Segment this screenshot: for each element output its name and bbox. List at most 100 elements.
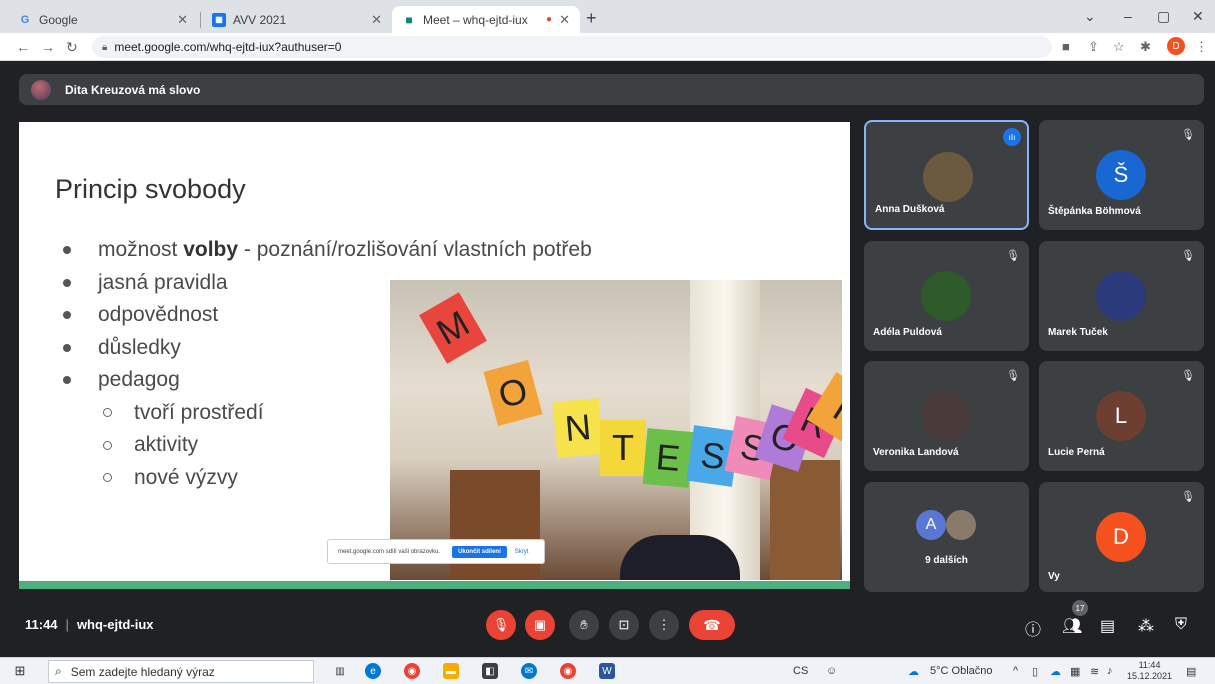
- bullet-dot: [63, 246, 71, 255]
- participant-tile[interactable]: A 9 dalších: [864, 482, 1029, 592]
- photo-people: [620, 535, 740, 580]
- minimize-icon[interactable]: –: [1124, 8, 1132, 24]
- file-explorer-icon[interactable]: ▬: [443, 663, 459, 679]
- menu-dots-icon[interactable]: ⋮: [1195, 39, 1208, 55]
- leave-call-button[interactable]: ☎︎: [689, 610, 735, 640]
- person-icon[interactable]: ☺: [826, 665, 837, 677]
- mic-off-button[interactable]: 🎙︎: [486, 610, 516, 640]
- close-tab-icon[interactable]: ✕: [177, 12, 188, 28]
- speaking-indicator-icon: ıIı: [1003, 128, 1021, 146]
- browser-tab-strip: G Google ✕ ▦ AVV 2021 ✕ ■ Meet – whq-ejt…: [0, 0, 1215, 33]
- bullet-dot: [63, 278, 71, 287]
- close-tab-icon[interactable]: ✕: [371, 12, 382, 28]
- participant-tile[interactable]: Marek Tuček 🎙︎: [1039, 241, 1204, 351]
- tab-meet[interactable]: ■ Meet – whq-ejtd-iux ● ✕: [392, 6, 580, 33]
- photo-door: [770, 460, 840, 580]
- search-icon: ⌕: [55, 664, 62, 678]
- tab-search-icon[interactable]: ⌄: [1084, 8, 1096, 25]
- language-indicator[interactable]: CS: [793, 665, 808, 677]
- meet-icon: ■: [405, 12, 413, 27]
- banner-letter: N: [563, 405, 593, 450]
- participant-tile[interactable]: Anna Dušková ıIı: [864, 120, 1029, 230]
- weather-text[interactable]: 5°C Oblačno: [930, 665, 993, 677]
- hide-notice-button[interactable]: Skrýt: [515, 549, 529, 555]
- more-options-button[interactable]: ⋮: [649, 610, 679, 640]
- participant-avatar: [921, 391, 971, 441]
- edge-icon[interactable]: e: [365, 663, 381, 679]
- participant-tile[interactable]: Š Štěpánka Böhmová 🎙︎: [1039, 120, 1204, 230]
- tab-label: Meet – whq-ejtd-iux: [423, 12, 528, 27]
- clock-date: 15.12.2021: [1127, 671, 1173, 681]
- close-window-icon[interactable]: ✕: [1192, 8, 1204, 25]
- participant-name: Štěpánka Böhmová: [1048, 206, 1141, 217]
- extensions-icon[interactable]: ✱: [1140, 39, 1151, 55]
- onedrive-icon[interactable]: ☁: [1050, 665, 1061, 678]
- participant-name: Anna Dušková: [875, 204, 945, 215]
- participant-avatar: A: [916, 510, 946, 540]
- bullet-text: pedagog: [98, 368, 180, 392]
- speaker-avatar: [31, 79, 51, 100]
- participant-avatar: [923, 152, 973, 202]
- activities-icon[interactable]: ⁂: [1138, 616, 1154, 636]
- participant-name: Vy: [1048, 571, 1060, 582]
- new-tab-icon[interactable]: +: [586, 8, 597, 29]
- bullet-dot: [63, 343, 71, 352]
- tab-google[interactable]: G Google ✕: [8, 6, 198, 33]
- volume-icon[interactable]: ♪: [1107, 665, 1113, 677]
- search-placeholder: Sem zadejte hledaný výraz: [70, 664, 215, 679]
- bullet-text: odpovědnost: [98, 303, 219, 327]
- sub-bullet-circle: [103, 473, 112, 483]
- mic-muted-icon: 🎙︎: [1181, 129, 1195, 141]
- address-toolbar: ← → ↻ 🔒︎ meet.google.com/whq-ejtd-iux?au…: [0, 33, 1215, 61]
- tab-avv[interactable]: ▦ AVV 2021 ✕: [202, 6, 392, 33]
- windows-start-icon[interactable]: ⊞: [12, 663, 28, 679]
- raise-hand-button[interactable]: ✋︎: [569, 610, 599, 640]
- tab-label: AVV 2021: [233, 12, 287, 27]
- reload-icon[interactable]: ↻: [66, 39, 78, 56]
- tray-chevron-icon[interactable]: ^: [1013, 665, 1018, 677]
- share-icon[interactable]: ⇪: [1088, 39, 1099, 55]
- url-field[interactable]: 🔒︎ meet.google.com/whq-ejtd-iux?authuser…: [92, 36, 1052, 58]
- banner-letter: E: [654, 436, 682, 479]
- camera-icon[interactable]: ■: [1062, 39, 1070, 54]
- task-view-icon[interactable]: ▥: [332, 663, 348, 679]
- mail-icon[interactable]: ✉: [521, 663, 537, 679]
- notifications-icon[interactable]: ▤: [1186, 665, 1196, 678]
- host-controls-icon[interactable]: ⛨: [1175, 616, 1187, 634]
- back-icon[interactable]: ←: [16, 39, 30, 55]
- wifi-icon[interactable]: ≋: [1090, 665, 1099, 678]
- speaker-banner: Dita Kreuzová má slovo: [19, 74, 1204, 105]
- maximize-icon[interactable]: ▢: [1157, 8, 1170, 25]
- mic-muted-icon: 🎙︎: [1181, 491, 1195, 503]
- participant-tile[interactable]: D Vy 🎙︎: [1039, 482, 1204, 592]
- participant-tile[interactable]: Veronika Landová 🎙︎: [864, 361, 1029, 471]
- chrome-icon[interactable]: ◉: [404, 663, 420, 679]
- sub-bullet-text: aktivity: [134, 433, 199, 457]
- camera-off-button[interactable]: ▣: [525, 610, 555, 640]
- profile-avatar[interactable]: D: [1167, 37, 1185, 55]
- present-button[interactable]: ⊡: [609, 610, 639, 640]
- bullet-text: důsledky: [98, 335, 181, 359]
- participant-name: Adéla Puldová: [873, 327, 942, 338]
- share-notice-text: meet.google.com sdílí vaši obrazovku.: [338, 548, 441, 555]
- chat-icon[interactable]: ▤: [1100, 616, 1115, 636]
- close-tab-icon[interactable]: ✕: [559, 12, 570, 28]
- meeting-details-icon[interactable]: ⓘ: [1025, 616, 1041, 640]
- sub-bullet-text: nové výzvy: [134, 465, 238, 489]
- taskbar-clock[interactable]: 11:44 15.12.2021: [1127, 660, 1172, 682]
- network-icon[interactable]: ▦: [1070, 665, 1080, 678]
- bookmark-star-icon[interactable]: ☆: [1113, 39, 1125, 55]
- participant-tile[interactable]: L Lucie Perná 🎙︎: [1039, 361, 1204, 471]
- battery-icon[interactable]: ▯: [1032, 665, 1038, 678]
- word-icon[interactable]: W: [599, 663, 615, 679]
- participant-tile[interactable]: Adéla Puldová 🎙︎: [864, 241, 1029, 351]
- forward-icon[interactable]: →: [41, 39, 55, 55]
- participant-name: Lucie Perná: [1048, 447, 1105, 458]
- store-icon[interactable]: ◧: [482, 663, 498, 679]
- people-icon[interactable]: 👥︎: [1062, 616, 1082, 636]
- chrome-active-icon[interactable]: ◉: [560, 663, 576, 679]
- calendar-icon: ▦: [212, 12, 226, 27]
- stop-sharing-button[interactable]: Ukončit sdílení: [452, 545, 507, 558]
- taskbar-search[interactable]: ⌕ Sem zadejte hledaný výraz: [48, 660, 314, 683]
- mic-muted-icon: 🎙︎: [1181, 370, 1195, 382]
